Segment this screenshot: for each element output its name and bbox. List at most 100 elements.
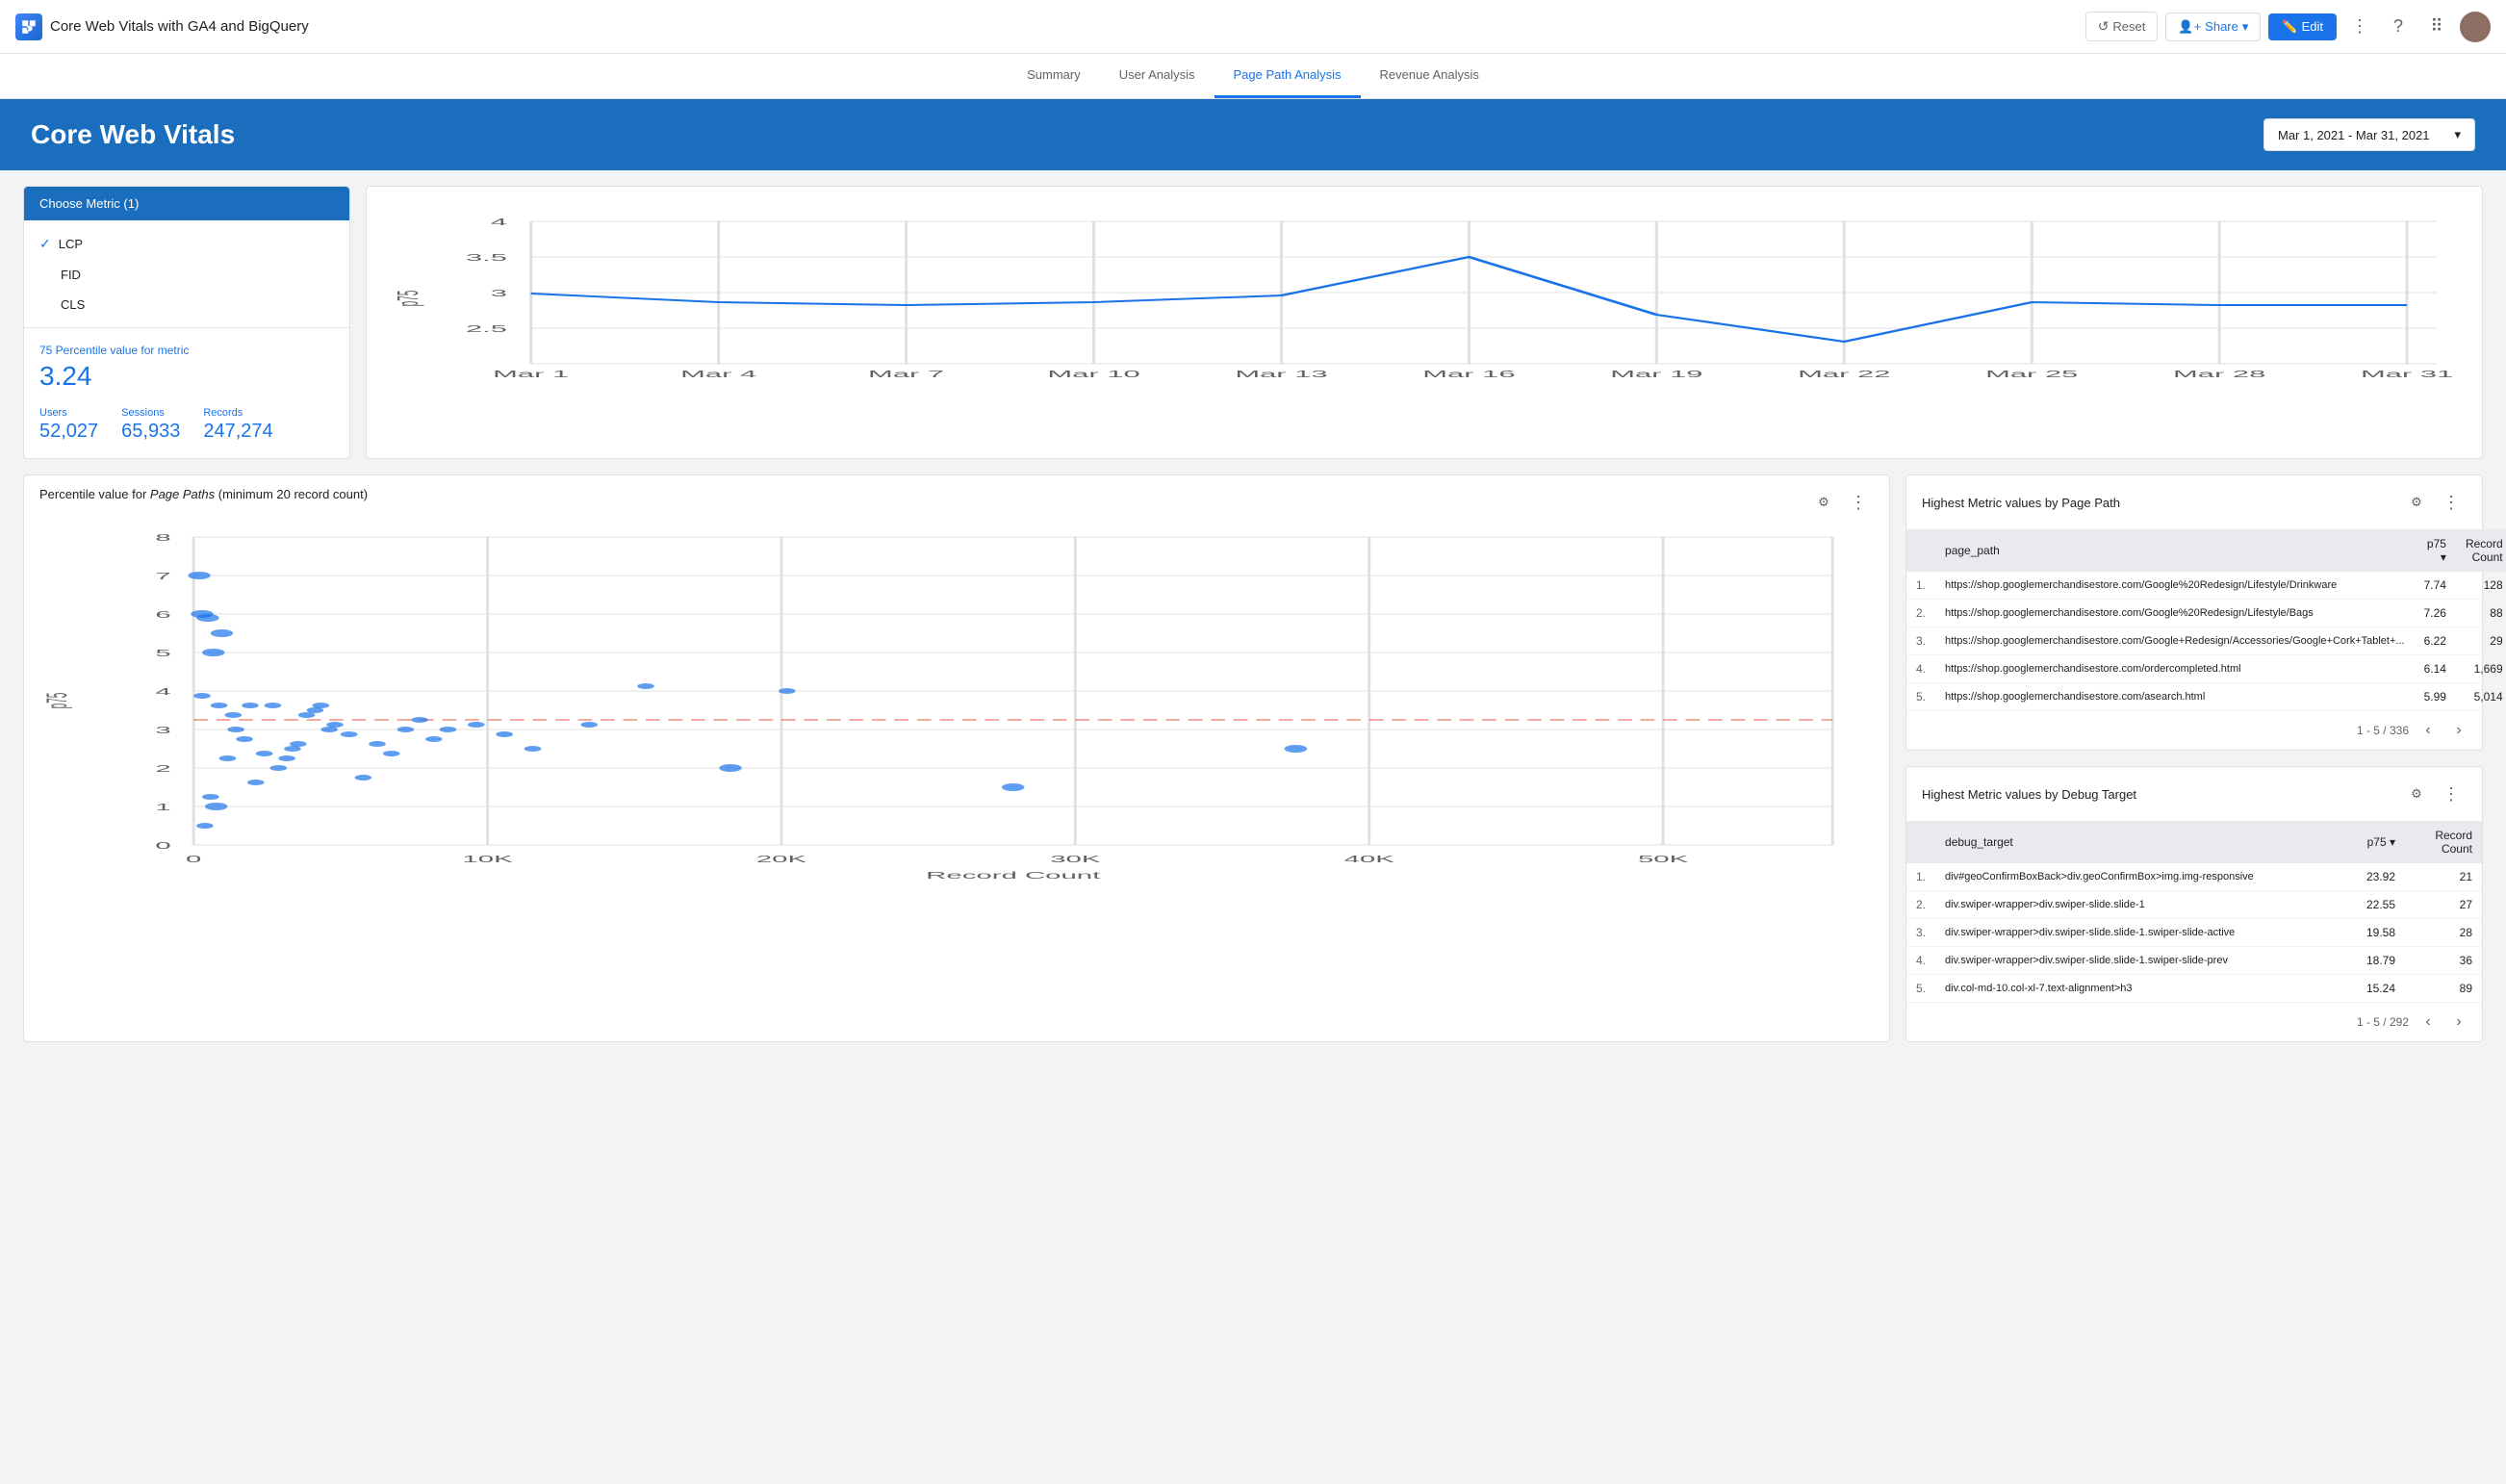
- svg-text:40K: 40K: [1344, 854, 1395, 864]
- row-count: 1,669: [2456, 655, 2506, 683]
- svg-text:p75: p75: [40, 693, 72, 709]
- row-path: https://shop.googlemerchandisestore.com/…: [1935, 627, 2415, 655]
- svg-text:6: 6: [155, 609, 170, 620]
- stat-records: Records 247,274: [203, 407, 272, 443]
- share-button[interactable]: 👤+ Share ▾: [2165, 13, 2261, 41]
- svg-text:2.5: 2.5: [466, 323, 507, 334]
- more-options-button[interactable]: ⋮: [2344, 12, 2375, 42]
- svg-text:Mar 4: Mar 4: [680, 369, 756, 379]
- table-row: 1. https://shop.googlemerchandisestore.c…: [1906, 572, 2506, 600]
- metric-item-lcp[interactable]: ✓ LCP: [24, 228, 349, 260]
- table-row: 3. https://shop.googlemerchandisestore.c…: [1906, 627, 2506, 655]
- svg-text:3.5: 3.5: [466, 252, 507, 263]
- svg-text:p75: p75: [391, 291, 424, 307]
- logo-area: Core Web Vitals with GA4 and BigQuery: [15, 13, 2085, 40]
- date-picker[interactable]: Mar 1, 2021 - Mar 31, 2021 ▾: [2263, 118, 2475, 151]
- col-num: [1906, 529, 1935, 572]
- svg-text:3: 3: [155, 725, 170, 735]
- reset-button[interactable]: ↺ Reset: [2085, 12, 2159, 41]
- metric-stats: 75 Percentile value for metric 3.24 User…: [24, 327, 349, 458]
- svg-text:3: 3: [491, 288, 507, 298]
- scatter-actions: ⚙ ⋮: [1808, 487, 1874, 518]
- date-range-text: Mar 1, 2021 - Mar 31, 2021: [2278, 128, 2430, 142]
- row-p75: 6.22: [2415, 627, 2456, 655]
- row-target: div.col-md-10.col-xl-7.text-alignment>h3: [1935, 975, 2347, 1003]
- tab-summary[interactable]: Summary: [1008, 54, 1100, 98]
- help-button[interactable]: ?: [2383, 12, 2414, 42]
- row-count: 128: [2456, 572, 2506, 600]
- page-path-next-button[interactable]: ›: [2447, 719, 2470, 742]
- row-num: 1.: [1906, 863, 1935, 891]
- stat-sessions: Sessions 65,933: [121, 407, 180, 443]
- metric-item-cls[interactable]: CLS: [24, 290, 349, 320]
- scatter-more-button[interactable]: ⋮: [1843, 487, 1874, 518]
- row-num: 1.: [1906, 572, 1935, 600]
- col-record-count[interactable]: Record Count: [2405, 821, 2482, 863]
- app-title: Core Web Vitals with GA4 and BigQuery: [50, 18, 309, 35]
- debug-target-table-title: Highest Metric values by Debug Target: [1922, 787, 2136, 802]
- apps-button[interactable]: ⠿: [2421, 12, 2452, 42]
- date-picker-chevron: ▾: [2454, 127, 2461, 142]
- svg-text:Mar 22: Mar 22: [1798, 369, 1890, 379]
- tab-navigation: Summary User Analysis Page Path Analysis…: [0, 54, 2506, 99]
- row-target: div.swiper-wrapper>div.swiper-slide.slid…: [1935, 891, 2347, 919]
- table-row: 2. https://shop.googlemerchandisestore.c…: [1906, 600, 2506, 627]
- svg-text:50K: 50K: [1638, 854, 1689, 864]
- tab-revenue-analysis[interactable]: Revenue Analysis: [1361, 54, 1498, 98]
- share-icon: 👤+: [2178, 19, 2201, 35]
- edit-button[interactable]: ✏️ Edit: [2268, 13, 2337, 40]
- scatter-header: Percentile value for Page Paths (minimum…: [24, 475, 1889, 518]
- row-p75: 19.58: [2347, 919, 2405, 947]
- page-path-filter-button[interactable]: ⚙: [2401, 487, 2432, 518]
- row-path: https://shop.googlemerchandisestore.com/…: [1935, 600, 2415, 627]
- app-logo: [15, 13, 42, 40]
- bottom-section: Percentile value for Page Paths (minimum…: [23, 474, 2483, 1042]
- debug-prev-button[interactable]: ‹: [2416, 1011, 2440, 1034]
- row-count: 88: [2456, 600, 2506, 627]
- svg-text:Mar 25: Mar 25: [1985, 369, 2078, 379]
- row-p75: 22.55: [2347, 891, 2405, 919]
- stats-row: Users 52,027 Sessions 65,933 Records 247…: [39, 407, 334, 443]
- row-p75: 23.92: [2347, 863, 2405, 891]
- page-path-pagination: 1 - 5 / 336: [2357, 724, 2409, 737]
- tab-page-path-analysis[interactable]: Page Path Analysis: [1215, 54, 1361, 98]
- row-p75: 7.74: [2415, 572, 2456, 600]
- banner: Core Web Vitals Mar 1, 2021 - Mar 31, 20…: [0, 99, 2506, 170]
- page-path-table-footer: 1 - 5 / 336 ‹ ›: [1906, 711, 2482, 750]
- line-chart-panel: 4 3.5 3 2.5 p75 Mar 1 Mar 4 Mar 7 Mar 10…: [366, 186, 2483, 459]
- page-path-prev-button[interactable]: ‹: [2416, 719, 2440, 742]
- col-p75[interactable]: p75 ▾: [2347, 821, 2405, 863]
- tab-user-analysis[interactable]: User Analysis: [1100, 54, 1215, 98]
- row-target: div#geoConfirmBoxBack>div.geoConfirmBox>…: [1935, 863, 2347, 891]
- col-p75[interactable]: p75 ▾: [2415, 529, 2456, 572]
- percentile-value: 3.24: [39, 361, 334, 392]
- row-num: 4.: [1906, 947, 1935, 975]
- row-p75: 5.99: [2415, 683, 2456, 711]
- page-path-table-header: Highest Metric values by Page Path ⚙ ⋮: [1906, 475, 2482, 529]
- scatter-filter-button[interactable]: ⚙: [1808, 487, 1839, 518]
- svg-text:20K: 20K: [756, 854, 807, 864]
- user-avatar[interactable]: [2460, 12, 2491, 42]
- debug-more-button[interactable]: ⋮: [2436, 779, 2467, 809]
- scatter-panel: Percentile value for Page Paths (minimum…: [23, 474, 1890, 1042]
- svg-text:Mar 16: Mar 16: [1422, 369, 1515, 379]
- row-count: 5,014: [2456, 683, 2506, 711]
- col-record-count[interactable]: Record Count: [2456, 529, 2506, 572]
- debug-next-button[interactable]: ›: [2447, 1011, 2470, 1034]
- svg-text:4: 4: [155, 686, 170, 697]
- stat-users: Users 52,027: [39, 407, 98, 443]
- sessions-value: 65,933: [121, 421, 180, 443]
- page-path-more-button[interactable]: ⋮: [2436, 487, 2467, 518]
- users-label: Users: [39, 407, 98, 419]
- col-page-path[interactable]: page_path: [1935, 529, 2415, 572]
- debug-filter-button[interactable]: ⚙: [2401, 779, 2432, 809]
- row-num: 3.: [1906, 627, 1935, 655]
- col-debug-target[interactable]: debug_target: [1935, 821, 2347, 863]
- metric-item-fid[interactable]: FID: [24, 260, 349, 290]
- row-p75: 18.79: [2347, 947, 2405, 975]
- svg-text:Mar 1: Mar 1: [493, 369, 569, 379]
- svg-text:Mar 28: Mar 28: [2173, 369, 2265, 379]
- row-path: https://shop.googlemerchandisestore.com/…: [1935, 655, 2415, 683]
- metric-header[interactable]: Choose Metric (1): [24, 187, 349, 220]
- table-row: 2. div.swiper-wrapper>div.swiper-slide.s…: [1906, 891, 2482, 919]
